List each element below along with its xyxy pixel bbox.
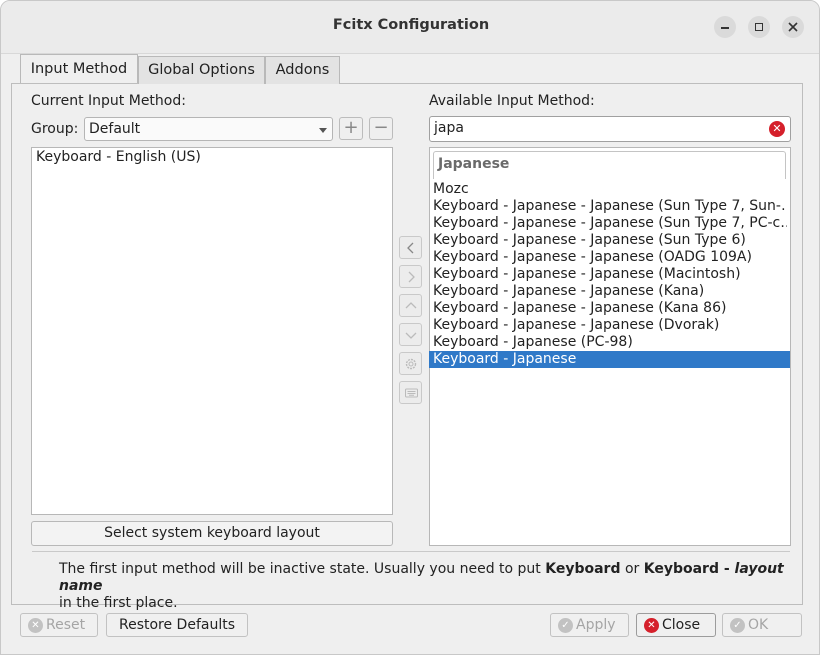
current-im-list[interactable]: Keyboard - English (US)	[31, 147, 393, 515]
reset-label: Reset	[46, 617, 86, 633]
reset-icon: ✕	[28, 618, 43, 633]
remove-group-button[interactable]: −	[369, 117, 393, 140]
chevron-right-icon	[408, 271, 415, 283]
close-label: Close	[662, 617, 701, 633]
list-item[interactable]: Keyboard - Japanese - Japanese (Sun Type…	[433, 198, 787, 215]
configure-button[interactable]	[399, 352, 422, 375]
reset-button[interactable]: ✕ Reset	[20, 613, 98, 637]
hint-bold: Keyboard -	[643, 561, 735, 577]
restore-defaults-label: Restore Defaults	[118, 617, 236, 633]
group-label: Group:	[31, 121, 79, 137]
list-item[interactable]: Keyboard - English (US)	[36, 149, 201, 165]
current-im-heading: Current Input Method:	[31, 93, 186, 109]
list-item[interactable]: Keyboard - Japanese - Japanese (Kana 86)	[433, 300, 787, 317]
list-item[interactable]: Mozc	[433, 181, 787, 198]
plus-icon: +	[343, 117, 359, 138]
select-keyboard-layout-button[interactable]: Select system keyboard layout	[31, 521, 393, 546]
close-icon: ✕	[644, 618, 659, 633]
keyboard-layout-button[interactable]	[399, 381, 422, 404]
keyboard-icon	[405, 388, 418, 398]
group-select[interactable]: Default	[84, 117, 333, 141]
list-item[interactable]: Keyboard - Japanese (PC-98)	[433, 334, 787, 351]
tab-global-options[interactable]: Global Options	[138, 56, 265, 84]
apply-label: Apply	[576, 617, 616, 633]
available-im-heading: Available Input Method:	[429, 93, 595, 109]
group-header-japanese: Japanese	[433, 151, 786, 179]
window-close-button[interactable]	[782, 16, 804, 38]
group-header-label: Japanese	[438, 156, 510, 172]
list-item-selected[interactable]: Keyboard - Japanese	[429, 351, 790, 368]
close-button[interactable]: ✕ Close	[636, 613, 716, 637]
title-bar: Fcitx Configuration	[1, 1, 819, 54]
apply-button[interactable]: ✓ Apply	[550, 613, 629, 637]
search-input[interactable]: japa ✕	[429, 116, 791, 142]
checkmark-icon: ✓	[558, 618, 573, 633]
clear-search-icon[interactable]: ✕	[769, 121, 785, 137]
divider	[32, 551, 790, 552]
chevron-down-icon	[405, 332, 417, 339]
move-right-button[interactable]	[399, 265, 422, 288]
hint-part: in the first place.	[59, 595, 178, 611]
config-window: Fcitx Configuration Input Method Global …	[0, 0, 820, 655]
tab-input-method[interactable]: Input Method	[20, 54, 138, 83]
list-item[interactable]: Keyboard - Japanese - Japanese (Sun Type…	[433, 215, 787, 232]
ok-label: OK	[748, 617, 769, 633]
chevron-down-icon	[319, 128, 327, 133]
hint-part: The first input method will be inactive …	[59, 561, 546, 577]
hint-part: or	[620, 561, 644, 577]
chevron-up-icon	[405, 302, 417, 309]
window-title: Fcitx Configuration	[332, 17, 490, 33]
restore-defaults-button[interactable]: Restore Defaults	[106, 613, 248, 637]
list-item[interactable]: Keyboard - Japanese - Japanese (OADG 109…	[433, 249, 787, 266]
list-item[interactable]: Keyboard - Japanese - Japanese (Macintos…	[433, 266, 787, 283]
move-down-button[interactable]	[399, 323, 422, 346]
tab-addons[interactable]: Addons	[265, 56, 340, 84]
minus-icon: −	[373, 117, 389, 138]
chevron-left-icon	[407, 242, 414, 254]
minimize-button[interactable]	[714, 16, 736, 38]
move-up-button[interactable]	[399, 294, 422, 317]
search-input-value: japa	[434, 120, 464, 136]
maximize-icon	[755, 23, 763, 31]
gear-icon	[405, 358, 417, 370]
close-icon	[788, 22, 798, 32]
list-item[interactable]: Keyboard - Japanese - Japanese (Sun Type…	[433, 232, 787, 249]
list-item[interactable]: Keyboard - Japanese - Japanese (Dvorak)	[433, 317, 787, 334]
minimize-icon	[721, 27, 729, 29]
list-item[interactable]: Keyboard - Japanese - Japanese (Kana)	[433, 283, 787, 300]
maximize-button[interactable]	[748, 16, 770, 38]
add-group-button[interactable]: +	[339, 117, 363, 140]
hint-text: The first input method will be inactive …	[59, 561, 789, 612]
group-select-value: Default	[89, 121, 141, 137]
hint-bold: Keyboard	[545, 561, 621, 577]
checkmark-icon: ✓	[730, 618, 745, 633]
move-left-button[interactable]	[399, 236, 422, 259]
ok-button[interactable]: ✓ OK	[722, 613, 802, 637]
